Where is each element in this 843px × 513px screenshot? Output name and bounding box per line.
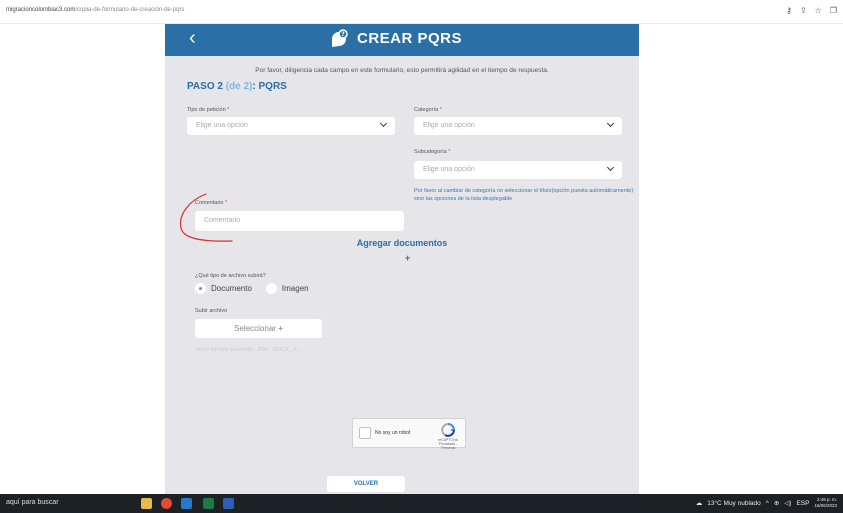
file-type-radio-group: Documento Imagen: [195, 283, 309, 294]
weather-text[interactable]: 13°C Muy nublado: [707, 500, 761, 507]
allowed-formats: Único formato permitido: .PDF, .DOCX, .X…: [195, 347, 302, 353]
key-icon[interactable]: ⚷: [786, 6, 792, 15]
outlook-icon[interactable]: [181, 498, 192, 509]
chevron-down-icon: [606, 163, 615, 172]
chevron-up-icon[interactable]: ^: [766, 500, 769, 507]
radio-documento[interactable]: [195, 283, 206, 294]
clock-date: 16/06/2023: [814, 503, 837, 508]
categoria-label-text: Categoría: [414, 107, 439, 113]
volume-icon[interactable]: ◁): [784, 499, 791, 507]
step-suffix: : PQRS: [252, 81, 287, 92]
volver-button[interactable]: VOLVER: [327, 476, 405, 492]
browser-address-bar[interactable]: migracioncolombiac3.com/copia-de-formula…: [0, 0, 843, 24]
plus-icon: +: [278, 324, 283, 333]
url-path: /copia-de-formulario-de-creación-de-pqrs: [75, 7, 185, 13]
chevron-down-icon: [379, 119, 388, 128]
radio-imagen[interactable]: [265, 283, 277, 294]
pqrs-logo-icon: ?: [332, 29, 348, 47]
subcategoria-select[interactable]: Elige una opción: [414, 161, 622, 179]
tipo-label: Tipo de petición *: [187, 107, 229, 113]
form-intro: Por favor, diligencia cada campo en este…: [255, 67, 549, 74]
share-icon[interactable]: ⇪: [800, 6, 807, 15]
recaptcha-checkbox[interactable]: [359, 427, 371, 439]
comentario-label-text: Comentario: [195, 200, 224, 206]
language-indicator[interactable]: ESP: [796, 500, 809, 507]
taskbar-search[interactable]: aquí para buscar: [6, 499, 59, 506]
select-file-label: Seleccionar: [234, 324, 276, 333]
tipo-peticion-select[interactable]: Elige una opción: [187, 117, 395, 135]
word-icon[interactable]: [223, 498, 234, 509]
radio-documento-label[interactable]: Documento: [211, 284, 252, 293]
chevron-left-icon[interactable]: ‹: [189, 27, 196, 49]
cloud-icon: ☁: [695, 500, 703, 507]
url-domain: migracioncolombiac3.com: [6, 7, 76, 13]
tipo-placeholder: Elige una opción: [196, 122, 248, 129]
step-indicator: PASO 2 (de 2): PQRS: [187, 81, 287, 92]
add-document-button[interactable]: +: [405, 253, 410, 263]
categoria-select[interactable]: Elige una opción: [414, 117, 622, 135]
system-tray: ☁ 13°C Muy nublado ^ ⊕ ◁) ESP 2:49 p. m.…: [696, 497, 837, 509]
step-prefix: PASO 2: [187, 81, 223, 92]
required-mark: *: [439, 107, 442, 113]
step-count: (de 2): [225, 81, 253, 92]
sidebar-icon[interactable]: ❐: [830, 6, 837, 15]
excel-icon[interactable]: [203, 498, 214, 509]
file-explorer-icon[interactable]: [141, 498, 152, 509]
radio-imagen-label[interactable]: Imagen: [282, 284, 309, 293]
clock[interactable]: 2:49 p. m. 16/06/2023: [814, 497, 837, 509]
upload-label: Subir archivo: [195, 308, 228, 314]
file-type-question: ¿Qué tipo de archivo subirá?: [195, 273, 266, 279]
page-title: CREAR PQRS: [357, 30, 463, 47]
chevron-down-icon: [606, 119, 615, 128]
form-header: ‹ ? CREAR PQRS: [165, 24, 639, 56]
star-icon[interactable]: ☆: [815, 6, 822, 15]
svg-text:?: ?: [341, 31, 345, 38]
pqrs-form-panel: ‹ ? CREAR PQRS Por favor, diligencia cad…: [165, 24, 639, 494]
taskbar: aquí para buscar ☁ 13°C Muy nublado ^ ⊕ …: [0, 494, 843, 513]
required-mark: *: [224, 200, 228, 206]
subcategoria-label: Subcategoría *: [414, 149, 450, 155]
subcategoria-placeholder: Elige una opción: [423, 166, 475, 173]
required-mark: *: [448, 149, 451, 155]
chrome-icon[interactable]: [161, 498, 172, 509]
recaptcha-brand: reCAPTCHA Privacidad - Términos: [433, 438, 463, 450]
select-file-button[interactable]: Seleccionar +: [195, 319, 322, 338]
recaptcha-links[interactable]: Privacidad - Términos: [433, 442, 463, 450]
categoria-placeholder: Elige una opción: [423, 122, 475, 129]
subcategoria-label-text: Subcategoría: [414, 149, 447, 155]
categoria-label: Categoría *: [414, 107, 442, 113]
network-icon[interactable]: ⊕: [774, 499, 779, 507]
url-text[interactable]: migracioncolombiac3.com/copia-de-formula…: [6, 7, 184, 13]
recaptcha-label: No soy un robot: [375, 430, 411, 436]
comentario-placeholder: Comentario: [204, 217, 241, 224]
comentario-label: Comentario *: [195, 200, 227, 206]
recaptcha-logo-icon: [441, 423, 455, 437]
agregar-documentos-title: Agregar documentos: [356, 238, 448, 248]
comentario-input[interactable]: Comentario: [195, 211, 404, 231]
required-mark: *: [227, 107, 230, 113]
tipo-label-text: Tipo de petición: [187, 107, 226, 113]
page: ‹ ? CREAR PQRS Por favor, diligencia cad…: [0, 24, 843, 494]
categoria-note: Por favor al cambiar de categoría no sel…: [414, 188, 634, 202]
recaptcha-widget: No soy un robot reCAPTCHA Privacidad - T…: [352, 418, 466, 450]
